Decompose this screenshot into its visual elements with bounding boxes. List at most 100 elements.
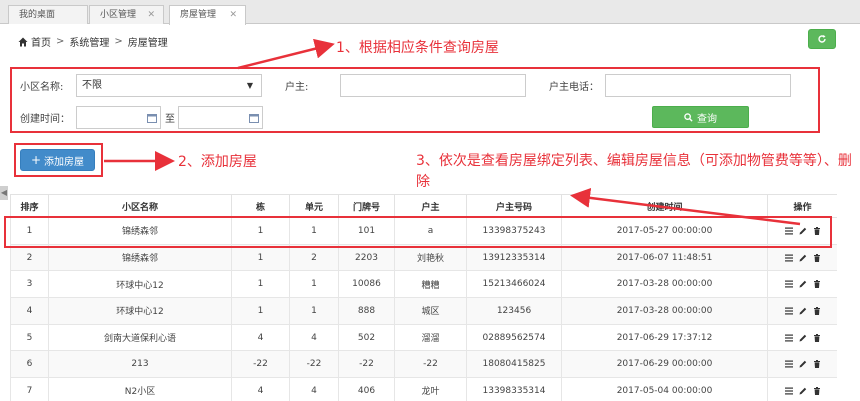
arrow-1: [237, 38, 335, 70]
tab-label: 房屋管理: [180, 10, 217, 20]
table-cell: 406: [338, 377, 395, 401]
pencil-icon[interactable]: [799, 280, 807, 288]
table-cell: 1: [231, 270, 290, 299]
created-end-input[interactable]: [178, 106, 263, 129]
tab-my-desktop[interactable]: 我的桌面: [8, 5, 88, 24]
calendar-icon[interactable]: [249, 113, 259, 123]
table-cell: 1: [231, 297, 290, 325]
close-icon[interactable]: ✕: [147, 6, 155, 24]
row-actions: [767, 350, 837, 379]
tab-house-management[interactable]: 房屋管理 ✕: [169, 5, 246, 25]
community-label: 小区名称:: [20, 82, 64, 93]
column-header[interactable]: 小区名称: [48, 194, 232, 218]
refresh-button[interactable]: [808, 29, 836, 49]
table-cell: 溜溜: [394, 323, 467, 352]
breadcrumb-section[interactable]: 系统管理: [69, 34, 109, 49]
table-cell: 2: [289, 243, 339, 272]
tab-label: 小区管理: [100, 10, 137, 20]
row-actions: [767, 297, 837, 325]
collapse-left-icon[interactable]: ◀: [0, 186, 8, 200]
list-icon[interactable]: [784, 360, 793, 368]
pencil-icon[interactable]: [799, 254, 807, 262]
table-row: 4 环球中心12 1 1 888 城区 123456 2017-03-28 00:00:00: [10, 297, 837, 325]
table-cell: 4: [289, 323, 339, 352]
table-cell: 888: [338, 297, 395, 325]
table-cell: 2203: [338, 243, 395, 272]
table-cell: 123456: [466, 297, 562, 325]
owner-label: 户主:: [285, 82, 309, 93]
table-cell: 2017-03-28 00:00:00: [561, 297, 768, 325]
table-cell: 7: [10, 377, 49, 401]
query-button[interactable]: 查询: [652, 106, 749, 128]
owner-input[interactable]: [340, 74, 526, 97]
breadcrumb-home[interactable]: 首页: [31, 34, 51, 49]
search-icon: [684, 112, 693, 122]
trash-icon[interactable]: [813, 306, 821, 315]
column-header[interactable]: 户主: [394, 194, 467, 218]
annotation-3: 3、依次是查看房屋绑定列表、编辑房屋信息（可添加物管费等等）、删除: [416, 153, 852, 190]
created-start-input[interactable]: [76, 106, 161, 129]
table-cell: -22: [338, 350, 395, 379]
table-row: 2 锦绣森邻 1 2 2203 刘艳秋 13912335314 2017-06-07 11:4…: [10, 243, 837, 272]
table-cell: 糟糟: [394, 270, 467, 299]
pencil-icon[interactable]: [799, 307, 807, 315]
created-label: 创建时间：: [20, 114, 70, 125]
community-select[interactable]: 不限 ▼: [76, 74, 262, 97]
list-icon[interactable]: [784, 387, 793, 395]
table-cell: -22: [394, 350, 467, 379]
table-cell: 502: [338, 323, 395, 352]
to-label: 至: [165, 114, 175, 125]
list-icon[interactable]: [784, 334, 793, 342]
phone-input[interactable]: [605, 74, 791, 97]
table-cell: 15213466024: [466, 270, 562, 299]
row-actions: [767, 270, 837, 299]
table-cell: 2017-05-04 00:00:00: [561, 377, 768, 401]
table-header-row: 排序 小区名称 栋 单元 门牌号 户主 户主号码 创建时间 操作: [10, 194, 837, 218]
column-header[interactable]: 户主号码: [466, 194, 562, 218]
list-icon[interactable]: [784, 280, 793, 288]
calendar-icon[interactable]: [147, 113, 157, 123]
table-row: 7 N2小区 4 4 406 龙叶 13398335314 2017-05-04 00:00:…: [10, 377, 837, 401]
plus-icon: +: [30, 153, 42, 167]
list-icon[interactable]: [784, 307, 793, 315]
column-header: 操作: [767, 194, 837, 218]
pencil-icon[interactable]: [799, 360, 807, 368]
home-icon: [18, 37, 28, 46]
annotation-2: 2、添加房屋: [178, 154, 257, 170]
table-cell: 13912335314: [466, 243, 562, 272]
list-icon[interactable]: [784, 254, 793, 262]
breadcrumb-separator: >: [114, 36, 123, 47]
column-header[interactable]: 栋: [231, 194, 290, 218]
table-cell: 02889562574: [466, 323, 562, 352]
tab-bar: 我的桌面 小区管理 ✕ 房屋管理 ✕: [0, 0, 860, 25]
table-cell: 刘艳秋: [394, 243, 467, 272]
breadcrumb-separator: >: [56, 36, 65, 47]
column-header[interactable]: 单元: [289, 194, 339, 218]
breadcrumb: 首页 > 系统管理 > 房屋管理: [18, 34, 168, 49]
trash-icon[interactable]: [813, 360, 821, 369]
column-header[interactable]: 排序: [10, 194, 49, 218]
pencil-icon[interactable]: [799, 387, 807, 395]
pencil-icon[interactable]: [799, 334, 807, 342]
table-cell: 3: [10, 270, 49, 299]
trash-icon[interactable]: [813, 333, 821, 342]
table-cell: 锦绣森邻: [48, 243, 232, 272]
tab-community-management[interactable]: 小区管理 ✕: [89, 5, 164, 24]
column-header[interactable]: 创建时间: [561, 194, 768, 218]
table-cell: 5: [10, 323, 49, 352]
table-cell: 4: [231, 377, 290, 401]
table-cell: -22: [231, 350, 290, 379]
breadcrumb-page: 房屋管理: [127, 38, 168, 49]
table-cell: 13398335314: [466, 377, 562, 401]
trash-icon[interactable]: [813, 280, 821, 289]
annotation-1: 1、根据相应条件查询房屋: [336, 40, 499, 56]
trash-icon[interactable]: [813, 253, 821, 262]
trash-icon[interactable]: [813, 386, 821, 395]
table-cell: N2小区: [48, 377, 232, 401]
table-cell: 4: [231, 323, 290, 352]
tab-label: 我的桌面: [19, 10, 56, 20]
table-cell: -22: [289, 350, 339, 379]
add-house-button[interactable]: + 添加房屋: [20, 149, 95, 171]
column-header[interactable]: 门牌号: [338, 194, 395, 218]
close-icon[interactable]: ✕: [229, 6, 237, 24]
